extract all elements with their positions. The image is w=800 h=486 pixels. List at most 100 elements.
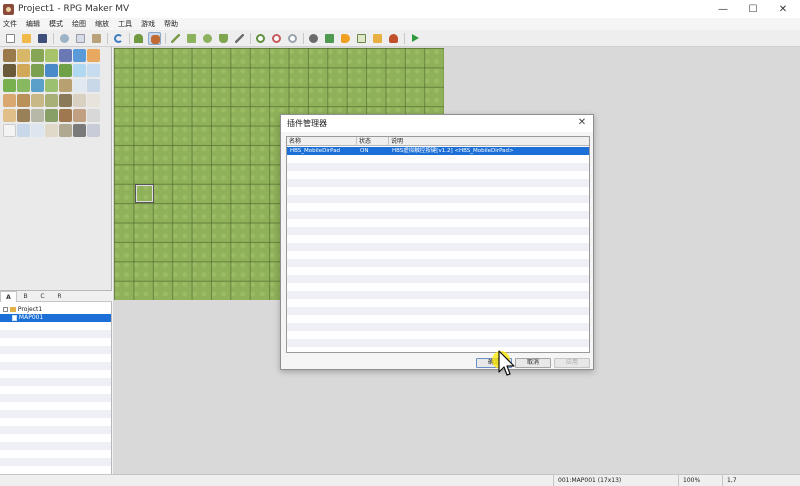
tile[interactable] [87, 124, 100, 137]
tile[interactable] [45, 109, 58, 122]
menu-draw[interactable]: 绘图 [72, 19, 86, 29]
apply-button[interactable]: 应用 [554, 358, 590, 368]
tile[interactable] [31, 124, 44, 137]
tile[interactable] [17, 109, 30, 122]
tile[interactable] [31, 49, 44, 62]
close-icon[interactable]: ✕ [575, 116, 589, 130]
tile[interactable] [59, 94, 72, 107]
tile[interactable] [45, 124, 58, 137]
tile[interactable] [59, 64, 72, 77]
copy-icon[interactable] [74, 32, 87, 45]
tile[interactable] [3, 79, 16, 92]
tileset-palette[interactable] [0, 47, 112, 290]
plugin-row[interactable]: HBS_MobileDirPad ON HBS虚拟触控按键[v1.2] <HBS… [287, 147, 589, 155]
tile[interactable] [31, 79, 44, 92]
map-mode-icon[interactable] [132, 32, 145, 45]
tile[interactable] [87, 49, 100, 62]
database-icon[interactable] [307, 32, 320, 45]
tile[interactable] [87, 94, 100, 107]
tile[interactable] [59, 49, 72, 62]
minimize-button[interactable]: — [708, 0, 738, 18]
undo-icon[interactable] [112, 32, 125, 45]
menu-game[interactable]: 游戏 [141, 19, 155, 29]
zoom-in-icon[interactable] [254, 32, 267, 45]
tile[interactable] [3, 109, 16, 122]
map-tree-root[interactable]: Project1 [0, 306, 111, 314]
tab-r[interactable]: R [51, 291, 68, 302]
title-bar: Project1 - RPG Maker MV — ☐ ✕ [0, 0, 800, 18]
status-coords: 1,7 [722, 475, 800, 486]
new-project-icon[interactable] [4, 32, 17, 45]
tile[interactable] [73, 109, 86, 122]
tile[interactable] [17, 79, 30, 92]
plugin-status: ON [360, 148, 369, 154]
resource-manager-icon[interactable] [371, 32, 384, 45]
tile[interactable] [59, 109, 72, 122]
menu-edit[interactable]: 编辑 [26, 19, 40, 29]
paste-icon[interactable] [90, 32, 103, 45]
plugin-manager-icon[interactable] [323, 32, 336, 45]
cancel-button[interactable]: 取消 [515, 358, 551, 368]
status-map-info: 001:MAP001 (17x13) [553, 475, 678, 486]
ellipse-icon[interactable] [201, 32, 214, 45]
menu-file[interactable]: 文件 [3, 19, 17, 29]
sound-test-icon[interactable] [339, 32, 352, 45]
character-generator-icon[interactable] [387, 32, 400, 45]
tile[interactable] [17, 124, 30, 137]
zoom-actual-icon[interactable] [286, 32, 299, 45]
expand-icon[interactable] [3, 307, 8, 312]
column-name[interactable]: 名称 [287, 137, 357, 146]
column-status[interactable]: 状态 [357, 137, 389, 146]
playtest-icon[interactable] [408, 32, 421, 45]
save-project-icon[interactable] [36, 32, 49, 45]
tab-a[interactable]: A [0, 291, 17, 302]
tile[interactable] [59, 79, 72, 92]
maximize-button[interactable]: ☐ [738, 0, 768, 18]
zoom-out-icon[interactable] [270, 32, 283, 45]
tile[interactable] [45, 49, 58, 62]
tab-c[interactable]: C [34, 291, 51, 302]
tab-b[interactable]: B [17, 291, 34, 302]
tile[interactable] [3, 49, 16, 62]
plugin-description: HBS虚拟触控按键[v1.2] <HBS_MobileDirPad> [392, 148, 514, 154]
tile[interactable] [17, 94, 30, 107]
tile[interactable] [73, 79, 86, 92]
tile[interactable] [31, 109, 44, 122]
tile[interactable] [3, 124, 16, 137]
tile[interactable] [73, 94, 86, 107]
plugin-list[interactable]: 名称 状态 说明 HBS_MobileDirPad ON HBS虚拟触控按键[v… [286, 136, 590, 353]
close-window-button[interactable]: ✕ [768, 0, 798, 18]
column-description[interactable]: 说明 [389, 137, 589, 146]
tile[interactable] [73, 124, 86, 137]
tile[interactable] [45, 79, 58, 92]
tile[interactable] [73, 49, 86, 62]
tile[interactable] [17, 49, 30, 62]
tile[interactable] [59, 124, 72, 137]
tile[interactable] [87, 79, 100, 92]
cut-icon[interactable] [58, 32, 71, 45]
open-project-icon[interactable] [20, 32, 33, 45]
menu-scale[interactable]: 缩放 [95, 19, 109, 29]
shadow-pen-icon[interactable] [233, 32, 246, 45]
event-searcher-icon[interactable] [355, 32, 368, 45]
map-tree-item[interactable]: MAP001 [0, 314, 111, 322]
tile[interactable] [87, 64, 100, 77]
project-name: Project1 [17, 306, 43, 313]
pencil-icon[interactable] [169, 32, 182, 45]
rectangle-icon[interactable] [185, 32, 198, 45]
menu-tools[interactable]: 工具 [118, 19, 132, 29]
menu-help[interactable]: 帮助 [164, 19, 178, 29]
fill-icon[interactable] [217, 32, 230, 45]
tile[interactable] [3, 64, 16, 77]
tile[interactable] [17, 64, 30, 77]
tile[interactable] [31, 64, 44, 77]
tile[interactable] [31, 94, 44, 107]
folder-icon [9, 307, 16, 312]
tile[interactable] [45, 64, 58, 77]
tile[interactable] [73, 64, 86, 77]
menu-mode[interactable]: 模式 [49, 19, 63, 29]
tile[interactable] [45, 94, 58, 107]
tile[interactable] [87, 109, 100, 122]
event-mode-icon[interactable] [148, 32, 161, 45]
tile[interactable] [3, 94, 16, 107]
